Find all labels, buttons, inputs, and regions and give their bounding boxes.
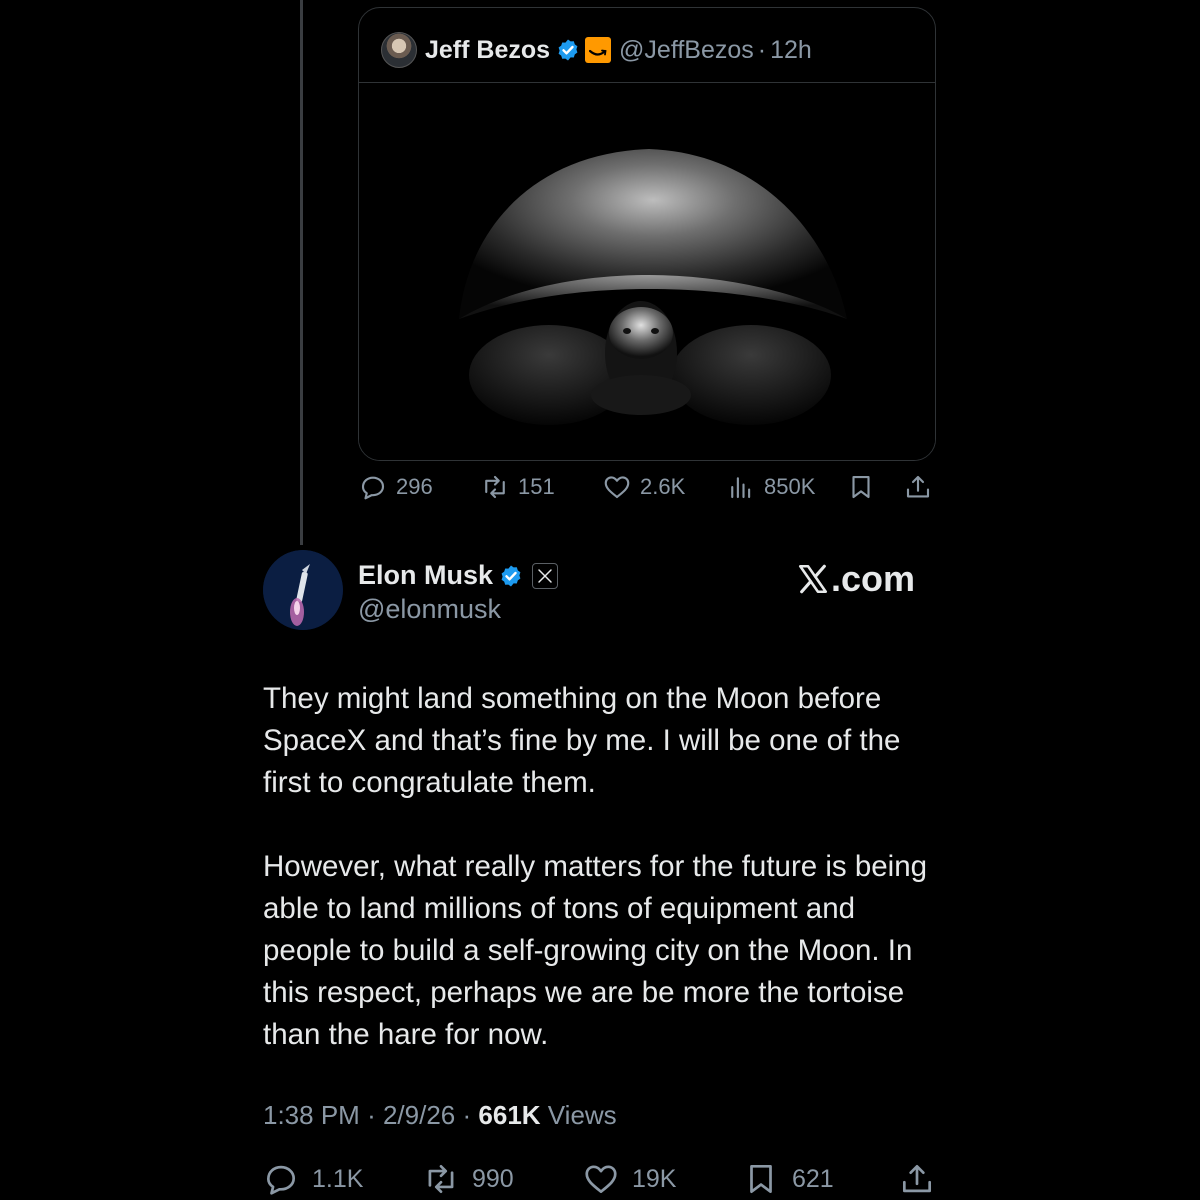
heart-icon	[585, 1165, 617, 1194]
quoted-author-handle[interactable]: @JeffBezos	[619, 36, 754, 65]
x-com-text: .com	[830, 558, 915, 599]
verified-badge-icon	[558, 39, 578, 61]
bookmark-button[interactable]: 621	[742, 1160, 834, 1198]
quoted-view-count: 850K	[764, 474, 816, 499]
author-handle[interactable]: @elonmusk	[358, 594, 501, 625]
author-avatar[interactable]	[263, 550, 343, 630]
quoted-author-avatar[interactable]	[381, 32, 417, 68]
quoted-like-count: 2.6K	[640, 474, 686, 499]
amazon-affiliate-badge-icon	[585, 37, 612, 63]
like-button[interactable]: 19K	[582, 1160, 676, 1198]
repost-icon	[428, 1164, 454, 1194]
analytics-icon	[731, 477, 751, 499]
separator-dot: ·	[757, 35, 767, 64]
bookmark-icon	[852, 475, 870, 499]
quoted-reply-button[interactable]: 296	[358, 472, 433, 502]
reply-button[interactable]: 1.1K	[262, 1160, 363, 1198]
share-icon	[902, 1164, 932, 1193]
author-name[interactable]: Elon Musk	[358, 560, 493, 591]
quoted-bookmark-button[interactable]	[846, 472, 884, 502]
share-button[interactable]	[898, 1160, 948, 1198]
verified-badge-icon	[501, 565, 521, 586]
reply-icon	[266, 1165, 296, 1195]
quoted-repost-count: 151	[518, 474, 555, 499]
repost-icon	[485, 475, 505, 499]
tweet-views-label: Views	[547, 1100, 617, 1130]
x-affiliate-badge-icon	[532, 562, 559, 589]
quoted-timestamp[interactable]: 12h	[770, 36, 812, 65]
tweet-view-count[interactable]: 661K	[478, 1100, 540, 1130]
author-name-row: Elon Musk	[358, 560, 559, 591]
tweet-metadata: 1:38 PM · 2/9/26 · 661K Views	[263, 1100, 617, 1131]
quoted-author-name[interactable]: Jeff Bezos	[425, 36, 550, 65]
quoted-reply-count: 296	[396, 474, 433, 499]
share-icon	[906, 475, 930, 498]
quoted-tweet-actions: 296 151 2.6K 850K	[358, 472, 938, 510]
quoted-media-tortoise-image[interactable]	[359, 82, 935, 460]
bookmark-count: 621	[792, 1164, 834, 1193]
like-count: 19K	[632, 1164, 677, 1193]
tweet-time[interactable]: 1:38 PM	[263, 1100, 360, 1130]
x-logo-icon	[798, 564, 827, 594]
x-com-watermark: .com	[796, 558, 915, 600]
reply-icon	[361, 476, 385, 500]
bookmark-icon	[750, 1164, 772, 1194]
quoted-share-button[interactable]	[903, 472, 941, 502]
tweet-text: They might land something on the Moon be…	[263, 682, 928, 1051]
quoted-views-button[interactable]: 850K	[726, 472, 815, 502]
quoted-tweet-card[interactable]: Jeff Bezos @JeffBezos · 12h	[358, 7, 936, 461]
heart-icon	[604, 476, 630, 499]
tweet-date[interactable]: 2/9/26	[383, 1100, 455, 1130]
repost-button[interactable]: 990	[422, 1160, 514, 1198]
tweet-actions: 1.1K 990 19K 621	[262, 1160, 942, 1200]
quoted-like-button[interactable]: 2.6K	[602, 472, 685, 502]
quoted-repost-button[interactable]: 151	[480, 472, 555, 502]
separator-dot: ·	[462, 1100, 472, 1130]
repost-count: 990	[472, 1164, 514, 1193]
thread-connector-line	[300, 0, 303, 545]
reply-count: 1.1K	[312, 1164, 364, 1193]
separator-dot: ·	[367, 1100, 376, 1130]
quoted-tweet-header: Jeff Bezos @JeffBezos · 12h	[381, 32, 812, 68]
